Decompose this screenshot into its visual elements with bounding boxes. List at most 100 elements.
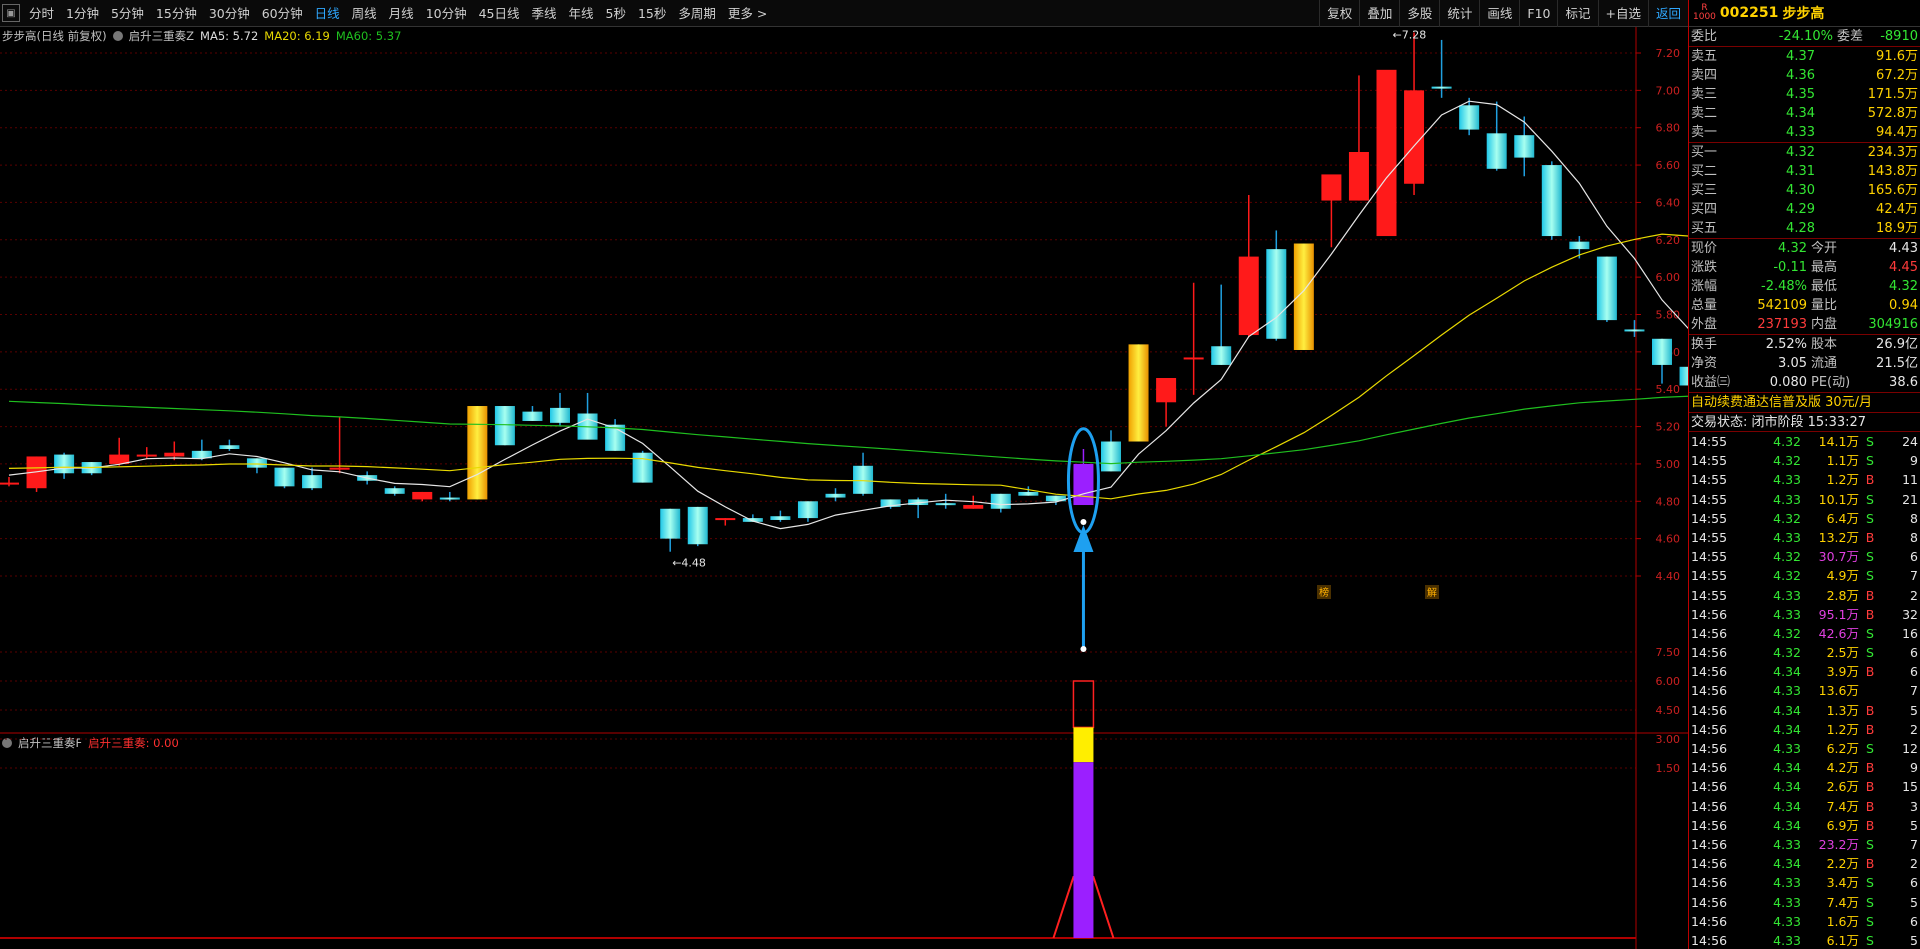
tick-price: 4.33 <box>1773 587 1801 603</box>
bid-row-1[interactable]: 买二 4.31 143.8万 <box>1689 162 1920 181</box>
stat-label: 最低 <box>1811 279 1838 294</box>
promo-banner[interactable]: 自动续费通达信普及版 30元/月 <box>1689 392 1920 412</box>
tick-time: 14:55 <box>1691 568 1728 584</box>
tick-side <box>1859 681 1881 700</box>
tool-button-7[interactable]: +自选 <box>1597 0 1648 27</box>
tool-button-8[interactable]: 返回 <box>1647 0 1688 27</box>
tick-count: 5 <box>1910 932 1918 948</box>
candle-body <box>797 501 818 519</box>
candle-body <box>1652 338 1672 365</box>
weibi-row: 委比 -24.10% 委差 -8910 <box>1689 27 1920 46</box>
period-tab-11[interactable]: 季线 <box>526 0 563 27</box>
tick-side: S <box>1866 875 1874 891</box>
tick-side: S <box>1866 568 1874 584</box>
tick-time: 14:55 <box>1691 472 1728 488</box>
candle-body <box>1624 329 1645 332</box>
tool-button-0[interactable]: 复权 <box>1319 0 1359 27</box>
tick-time: 14:55 <box>1691 549 1728 565</box>
period-tab-15[interactable]: 多周期 <box>672 0 722 27</box>
tool-button-6[interactable]: 标记 <box>1557 0 1597 27</box>
tick-volume: 2.5万 <box>1826 645 1859 661</box>
fund-row-1: 净资 3.05 流通 21.5亿 <box>1689 354 1920 373</box>
tick-time: 14:56 <box>1691 645 1728 661</box>
price-tick-label: 4.60 <box>1656 533 1681 546</box>
bid-row-0-price: 4.32 <box>1786 145 1815 160</box>
fund-value: 38.6 <box>1889 375 1918 390</box>
bid-row-4[interactable]: 买五 4.28 18.9万 <box>1689 219 1920 238</box>
tick-volume: 2.6万 <box>1826 779 1859 795</box>
ask-row-1[interactable]: 卖四 4.36 67.2万 <box>1689 66 1920 85</box>
trade-state: 交易状态: 闭市阶段 15:33:27 <box>1689 412 1920 432</box>
tool-button-1[interactable]: 叠加 <box>1359 0 1399 27</box>
tick-list[interactable]: 14:55 4.32 14.1万 S 24 14:55 4.32 1.1万 S 9 14:55 4.3… <box>1689 432 1920 949</box>
tick-time: 14:56 <box>1691 894 1728 910</box>
tick-row: 14:56 4.32 42.6万 S 16 <box>1689 624 1920 643</box>
tick-volume: 6.2万 <box>1826 741 1859 756</box>
weibi-label: 委比 <box>1691 29 1718 44</box>
candle-body <box>935 503 956 506</box>
period-tab-13[interactable]: 5秒 <box>600 0 632 27</box>
tick-side: S <box>1866 741 1874 756</box>
ask-row-1-volume: 67.2万 <box>1876 68 1918 83</box>
period-tab-9[interactable]: 10分钟 <box>420 0 473 27</box>
candle-body <box>1376 69 1397 237</box>
ask-row-3[interactable]: 卖二 4.34 572.8万 <box>1689 104 1920 123</box>
period-tab-7[interactable]: 周线 <box>346 0 383 27</box>
stat-value: -2.48% <box>1761 279 1807 294</box>
bid-book: 买一 4.32 234.3万 买二 4.31 143.8万 买三 4.30 165.6万 买四 4.… <box>1689 142 1920 238</box>
tick-price: 4.32 <box>1773 568 1801 584</box>
weicha-label: 委差 <box>1837 29 1864 44</box>
ask-row-0[interactable]: 卖五 4.37 91.6万 <box>1689 47 1920 66</box>
stat-label: 涨幅 <box>1691 279 1718 294</box>
bid-row-3[interactable]: 买四 4.29 42.4万 <box>1689 200 1920 219</box>
tool-button-4[interactable]: 画线 <box>1479 0 1519 27</box>
bid-row-0[interactable]: 买一 4.32 234.3万 <box>1689 143 1920 162</box>
period-tab-16[interactable]: 更多 > <box>722 0 773 27</box>
stat-value: -0.11 <box>1773 260 1807 275</box>
period-tab-10[interactable]: 45日线 <box>473 0 526 27</box>
ask-row-4[interactable]: 卖一 4.33 94.4万 <box>1689 123 1920 142</box>
bid-row-2[interactable]: 买三 4.30 165.6万 <box>1689 181 1920 200</box>
ask-row-2[interactable]: 卖三 4.35 171.5万 <box>1689 85 1920 104</box>
tool-button-5[interactable]: F10 <box>1519 0 1557 27</box>
period-tab-2[interactable]: 5分钟 <box>105 0 150 27</box>
tick-time: 14:55 <box>1691 510 1728 526</box>
period-tab-4[interactable]: 30分钟 <box>203 0 256 27</box>
rights-badge-icon: R 1000 <box>1693 3 1716 22</box>
tick-time: 14:56 <box>1691 836 1728 852</box>
price-tick-label: 7.20 <box>1656 47 1681 60</box>
tick-volume: 6.9万 <box>1826 817 1859 833</box>
menu-icon[interactable]: ▣ <box>2 4 20 22</box>
stat-label: 现价 <box>1691 241 1718 256</box>
tick-count: 6 <box>1910 913 1918 929</box>
period-tab-8[interactable]: 月线 <box>383 0 420 27</box>
kline-chart[interactable]: 7.207.006.806.606.406.206.005.805.605.40… <box>0 27 1688 949</box>
sub-tick-label: 3.00 <box>1656 733 1681 746</box>
period-tab-14[interactable]: 15秒 <box>632 0 672 27</box>
period-tab-5[interactable]: 60分钟 <box>256 0 309 27</box>
period-tab-6[interactable]: 日线 <box>309 0 346 27</box>
tool-button-3[interactable]: 统计 <box>1439 0 1479 27</box>
tick-side: S <box>1866 645 1874 661</box>
bid-row-1-price: 4.31 <box>1786 164 1815 179</box>
marker-label: 解 <box>1427 586 1437 599</box>
period-tab-3[interactable]: 15分钟 <box>150 0 203 27</box>
period-tab-1[interactable]: 1分钟 <box>60 0 105 27</box>
tool-button-2[interactable]: 多股 <box>1399 0 1439 27</box>
tick-price: 4.34 <box>1773 760 1801 776</box>
candle-body <box>1348 151 1369 201</box>
candle-body <box>54 454 75 474</box>
fund-value: 2.52% <box>1765 337 1807 352</box>
period-tab-12[interactable]: 年线 <box>563 0 600 27</box>
tick-volume: 2.2万 <box>1826 856 1859 872</box>
candle-body <box>1156 378 1177 403</box>
stat-row-2: 涨幅 -2.48% 最低 4.32 <box>1689 277 1920 296</box>
period-tab-0[interactable]: 分时 <box>23 0 60 27</box>
tick-side: S <box>1866 549 1874 565</box>
candle-body <box>1183 357 1204 360</box>
tick-volume: 1.1万 <box>1826 453 1859 469</box>
stat-value: 4.45 <box>1889 260 1918 275</box>
tick-side: B <box>1865 817 1875 833</box>
ask-row-3-price: 4.34 <box>1786 106 1815 121</box>
tick-price: 4.34 <box>1773 817 1801 833</box>
